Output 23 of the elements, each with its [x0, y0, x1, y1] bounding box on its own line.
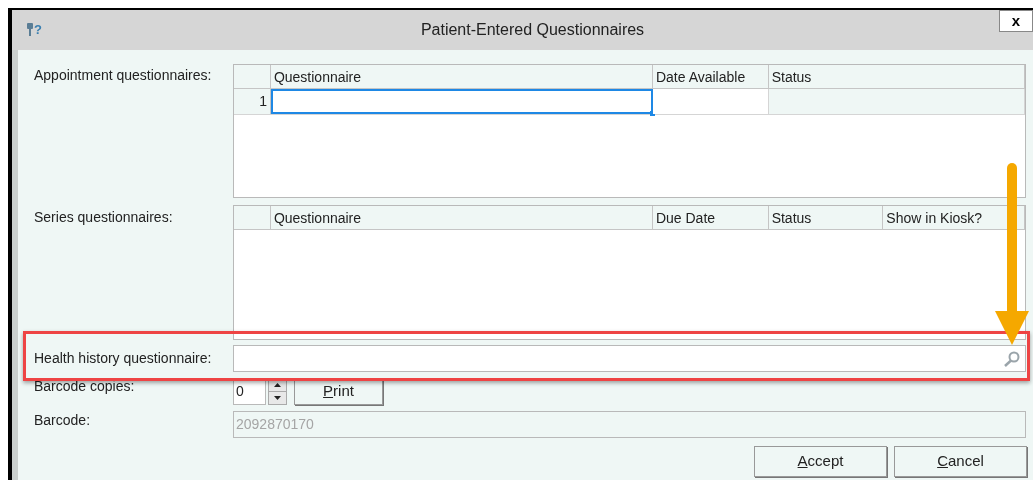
lookup-field[interactable] [233, 345, 1026, 372]
down-arrow-icon [274, 396, 281, 400]
column-header[interactable]: Date Available [652, 65, 769, 88]
column-header[interactable]: Status [768, 65, 1025, 88]
field-label: Series questionnaires: [34, 208, 174, 227]
dialog-button[interactable]: Cancel [894, 446, 1027, 477]
field-label: Health history questionnaire: [34, 349, 213, 368]
column-header[interactable]: Show in Kiosk? [883, 206, 1025, 229]
close-button[interactable]: x [999, 10, 1033, 32]
row-number: 1 [234, 89, 271, 114]
dialog-button[interactable]: Accept [754, 446, 887, 477]
table-cell[interactable] [270, 89, 653, 114]
column-header[interactable]: Due Date [652, 206, 769, 229]
column-header[interactable]: Questionnaire [270, 206, 653, 229]
window-title: Patient-Entered Questionnaires [419, 20, 646, 40]
up-arrow-icon [274, 383, 281, 387]
barcode-field: 2092870170 [233, 411, 1026, 438]
field-label: Barcode copies: [34, 377, 136, 396]
field-label: Appointment questionnaires: [34, 66, 213, 85]
column-header[interactable]: Questionnaire [270, 65, 653, 88]
column-header[interactable]: Status [768, 206, 884, 229]
field-label: Barcode: [34, 411, 92, 430]
search-icon[interactable] [1003, 349, 1021, 368]
